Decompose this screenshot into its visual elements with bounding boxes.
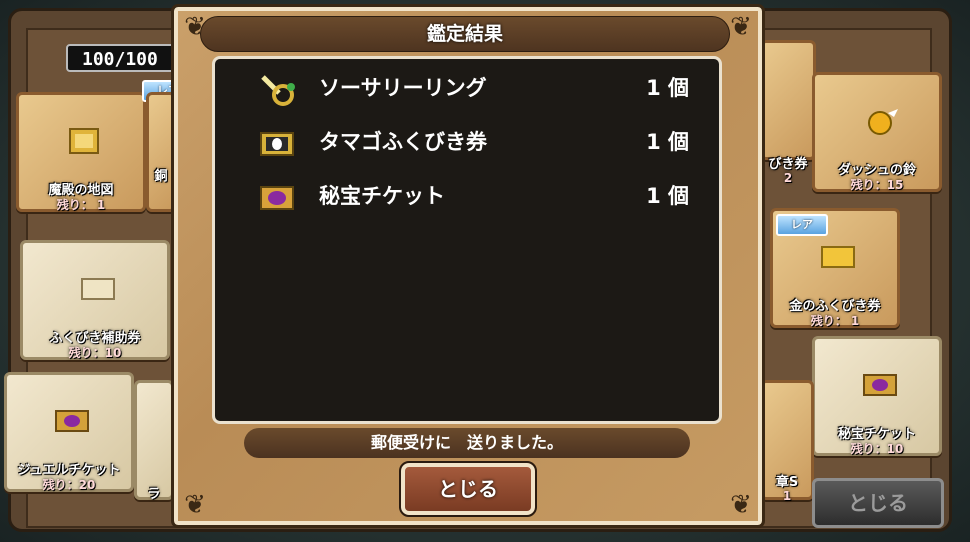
close-button[interactable]: とじる xyxy=(399,461,537,517)
gold-ticket-icon xyxy=(821,246,855,268)
item-card-name: 銅 xyxy=(154,169,168,184)
result-row: 秘宝チケット 1 個 xyxy=(215,177,719,217)
ticket-icon xyxy=(81,278,115,300)
ring-icon xyxy=(261,75,295,106)
dialog-title: 鑑定結果 xyxy=(426,23,503,45)
result-item-name: ソーサリーリング xyxy=(319,76,487,100)
corner-ornament-icon: ❦ xyxy=(730,490,752,520)
item-card-dash-bell[interactable]: ダッシュの鈴 残り：15 xyxy=(812,72,942,192)
item-card-qty: 残り：10 xyxy=(68,346,122,360)
result-row: タマゴふくびき券 1 個 xyxy=(215,123,719,163)
item-card-jewel-ticket[interactable]: ジュエルチケット 残り：20 xyxy=(4,372,134,492)
item-card-qty: 残り： 1 xyxy=(56,198,106,212)
rare-badge: レア xyxy=(776,214,828,236)
corner-ornament-icon: ❦ xyxy=(184,490,206,520)
egg-ticket-icon xyxy=(260,132,294,156)
corner-ornament-icon: ❦ xyxy=(730,12,752,42)
treasure-ticket-icon xyxy=(863,374,897,396)
item-card-assist-ticket[interactable]: ふくびき補助券 残り：10 xyxy=(20,240,170,360)
bell-icon xyxy=(868,109,898,135)
item-card-qty: 残り：20 xyxy=(42,478,96,492)
background-close-button[interactable]: とじる xyxy=(812,478,944,528)
result-item-count: 1 個 xyxy=(646,184,689,208)
sent-to-mailbox-message: 郵便受けに 送りました。 xyxy=(244,428,690,458)
treasure-ticket-icon xyxy=(260,186,294,210)
result-item-count: 1 個 xyxy=(646,76,689,100)
item-card-treasure-ticket[interactable]: 秘宝チケット 残り：10 xyxy=(812,336,942,456)
item-card-partial[interactable]: ラ xyxy=(134,380,174,502)
result-list: ソーサリーリング 1 個 タマゴふくびき券 1 個 秘宝チケット 1 個 xyxy=(212,56,722,424)
result-item-name: タマゴふくびき券 xyxy=(319,130,487,154)
result-row: ソーサリーリング 1 個 xyxy=(215,69,719,109)
item-card-name: びき券 xyxy=(768,157,808,172)
item-card-partial[interactable]: びき券 2 xyxy=(760,40,816,185)
result-item-name: 秘宝チケット xyxy=(319,184,445,208)
jewel-ticket-icon xyxy=(55,410,89,432)
map-icon xyxy=(69,128,99,154)
result-item-count: 1 個 xyxy=(646,130,689,154)
item-card-qty: 残り：15 xyxy=(850,178,904,192)
item-card-name: ラ xyxy=(147,487,161,502)
item-card-qty: 残り： 1 xyxy=(810,314,860,328)
item-card-name: 章S xyxy=(775,475,799,490)
item-card-qty: 1 xyxy=(782,489,792,503)
item-card-qty: 2 xyxy=(783,171,793,185)
item-card-map[interactable]: 魔殿の地図 残り： 1 xyxy=(16,92,146,212)
item-card-partial[interactable]: 章S 1 xyxy=(760,380,814,503)
item-card-partial[interactable]: 銅 xyxy=(146,92,176,212)
item-card-qty: 残り：10 xyxy=(850,442,904,456)
